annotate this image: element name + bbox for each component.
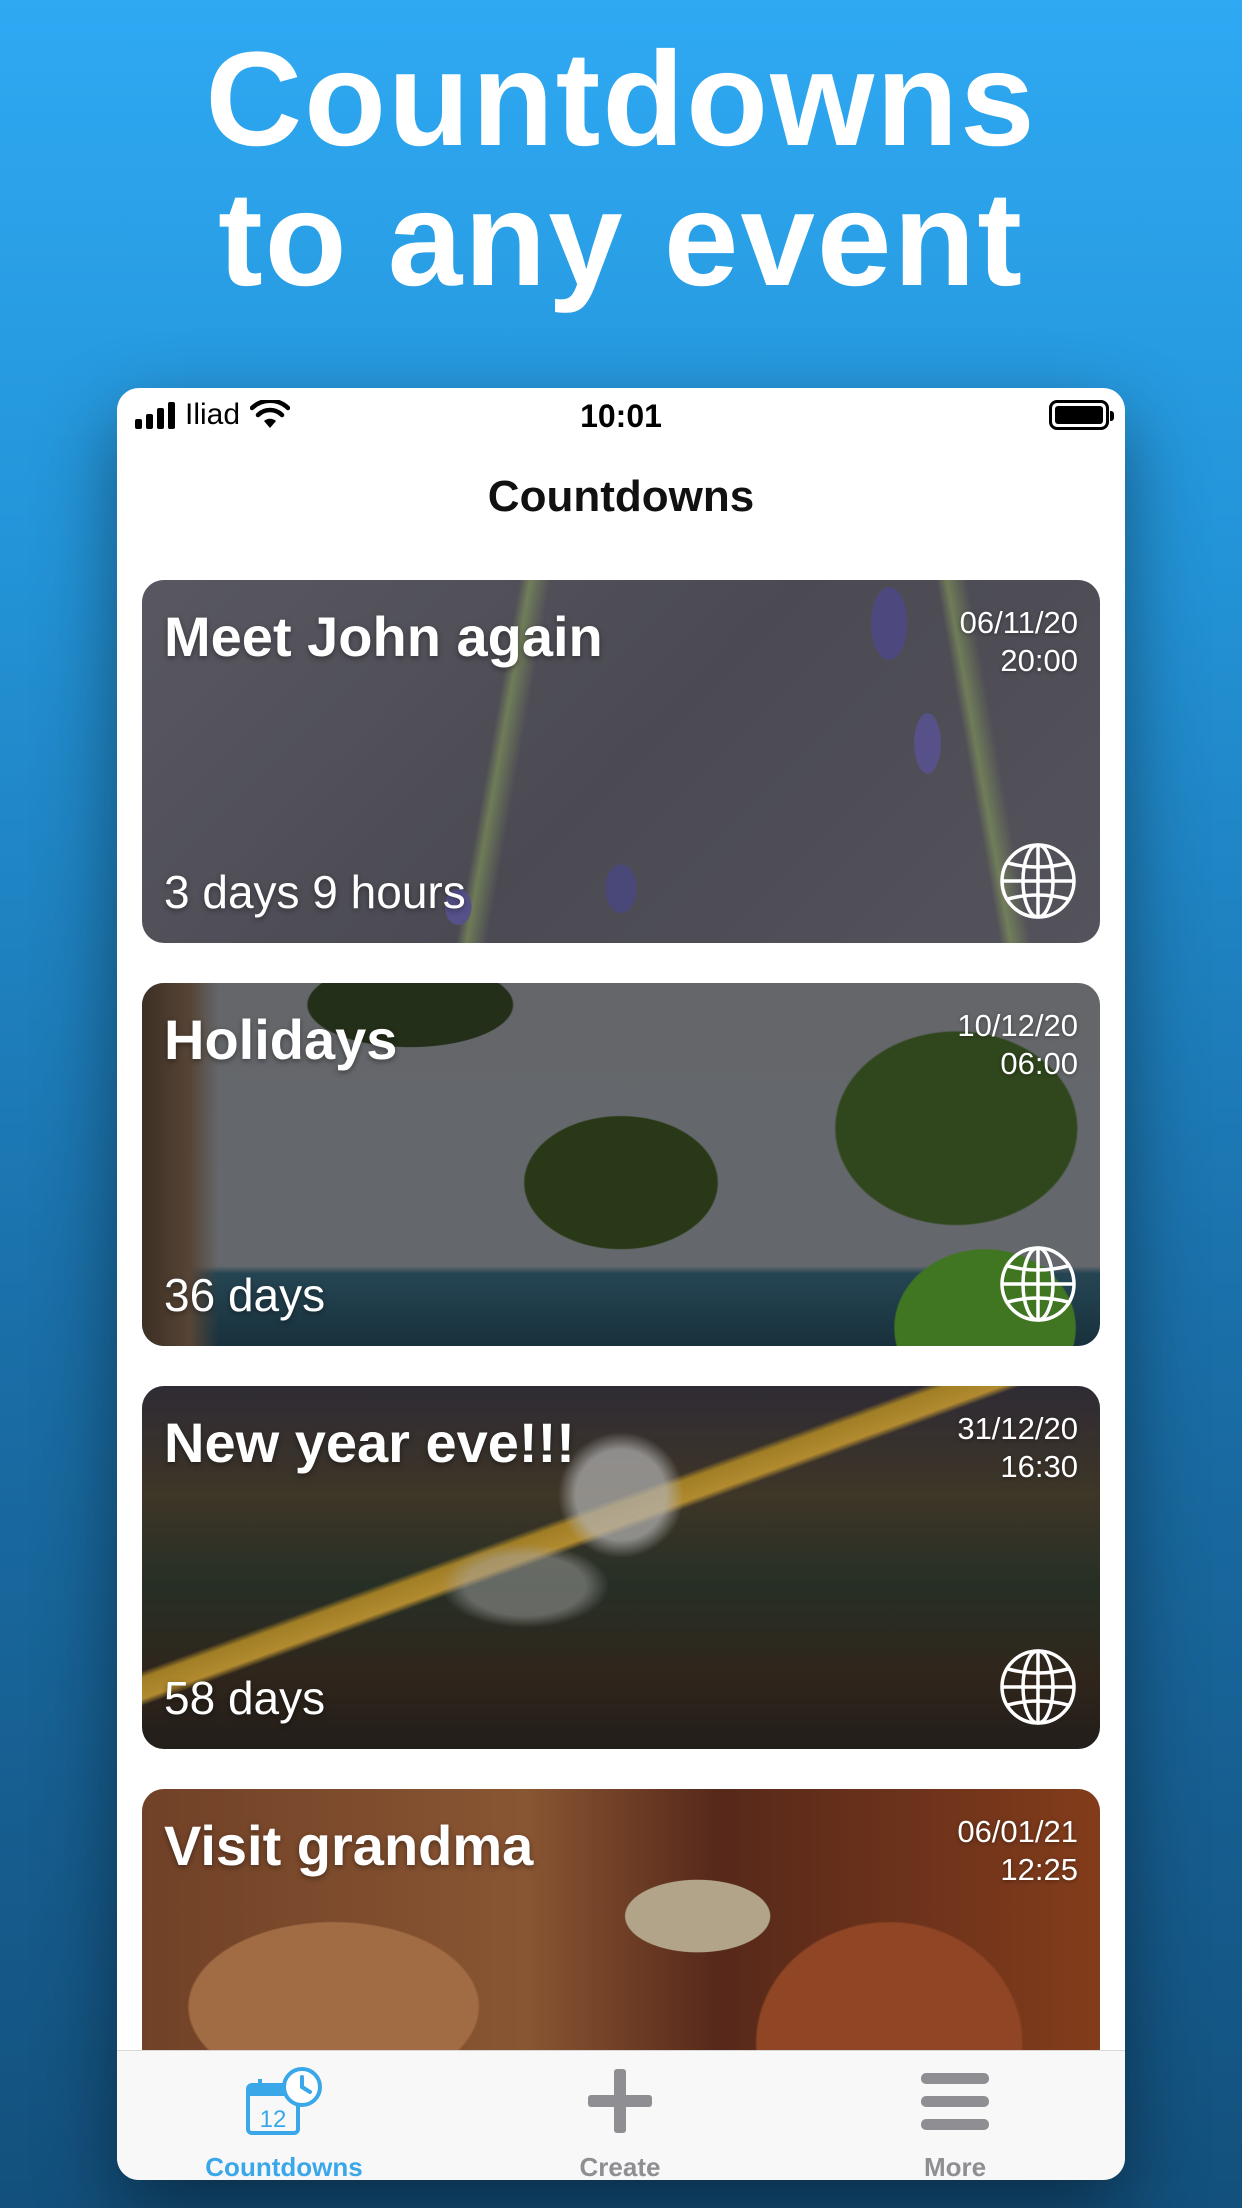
event-time: 06:00 [1000,1046,1078,1081]
countdown-card[interactable]: Holidays 10/12/20 06:00 36 days [142,983,1100,1346]
event-datetime: 31/12/20 16:30 [957,1410,1078,1486]
event-title: Meet John again [164,605,603,668]
tab-label: Countdowns [205,2152,363,2180]
countdown-list: Meet John again 06/11/20 20:00 3 days 9 … [142,580,1100,2180]
tab-more[interactable]: More [855,2065,1055,2180]
event-title: Holidays [164,1008,398,1071]
event-remaining: 58 days [164,1672,326,1724]
event-remaining: 36 days [164,1269,326,1321]
globe-icon[interactable] [998,1647,1078,1727]
calendar-clock-icon: 12 [246,2067,322,2135]
event-date: 31/12/20 [957,1411,1078,1446]
event-time: 12:25 [1000,1852,1078,1887]
event-date: 10/12/20 [957,1008,1078,1043]
event-date: 06/01/21 [957,1814,1078,1849]
tab-label: Create [579,2152,661,2180]
plus-icon [588,2069,652,2133]
battery-icon [1049,400,1114,430]
event-date: 06/11/20 [959,605,1078,640]
countdown-card[interactable]: Meet John again 06/11/20 20:00 3 days 9 … [142,580,1100,943]
event-remaining: 3 days 9 hours [164,866,466,918]
status-time: 10:01 [580,398,662,434]
event-title: New year eve!!! [164,1411,575,1474]
event-time: 16:30 [1000,1449,1078,1484]
globe-icon[interactable] [998,1244,1078,1324]
status-bar: Iliad 10:01 [117,388,1125,444]
tab-label: More [923,2152,987,2180]
tab-countdowns[interactable]: 12 Countdowns [184,2065,384,2180]
event-datetime: 06/01/21 12:25 [957,1813,1078,1889]
headline-line-2: to any event [218,165,1024,314]
svg-text:12: 12 [260,2106,287,2133]
page-title: Countdowns [487,472,755,521]
tab-bar: 12 Countdowns Create More [117,2050,1125,2180]
event-datetime: 06/11/20 20:00 [960,604,1078,680]
headline-line-1: Countdowns [205,25,1037,174]
hamburger-icon [921,2073,989,2130]
promo-headline: Countdowns to any event [0,30,1242,310]
phone-screen: Iliad 10:01 Countdowns Meet John again 0… [117,388,1125,2180]
tab-create[interactable]: Create [520,2065,720,2180]
event-datetime: 10/12/20 06:00 [957,1007,1078,1083]
event-title: Visit grandma [164,1814,534,1877]
event-time: 20:00 [1000,643,1078,678]
countdown-card[interactable]: New year eve!!! 31/12/20 16:30 58 days [142,1386,1100,1749]
globe-icon[interactable] [998,841,1078,921]
